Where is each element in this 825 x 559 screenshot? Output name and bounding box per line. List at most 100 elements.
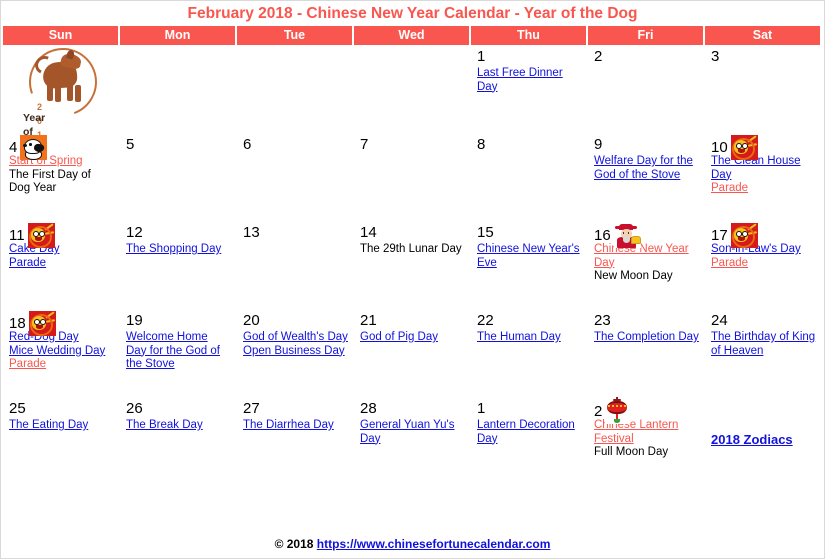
event-link[interactable]: Lantern Decoration Day	[477, 419, 582, 446]
day-header: 20	[243, 311, 348, 331]
week-row: 25 The Eating Day 26 The Break Day 27 The Dia…	[3, 397, 820, 485]
day-header: 5	[126, 135, 231, 155]
site-url-link[interactable]: https://www.chinesefortunecalendar.com	[317, 537, 551, 551]
lion-dance-icon	[27, 223, 55, 248]
event-link[interactable]: The Human Day	[477, 331, 582, 345]
event-link[interactable]: The Break Day	[126, 419, 231, 433]
weekday-header-fri: Fri	[588, 26, 703, 45]
day-header: 2	[594, 397, 699, 424]
event-note: Full Moon Day	[594, 446, 669, 458]
day-header: 12	[126, 223, 231, 243]
calendar-table: SunMonTueWedThuFriSat 2 0 1 8Year of Dog…	[1, 26, 822, 485]
day-header	[243, 47, 348, 67]
day-number: 22	[477, 312, 494, 330]
event-note: New Moon Day	[594, 270, 673, 282]
day-cell-5: 5	[120, 133, 235, 221]
day-number: 11	[9, 227, 25, 244]
day-header: 9	[594, 135, 699, 155]
day-header: 11	[9, 223, 114, 248]
dog-face-icon	[20, 135, 48, 160]
copyright-text: © 2018	[274, 537, 314, 551]
event-link[interactable]: Welcome Home Day for the God of the Stov…	[126, 331, 231, 372]
weekday-header-tue: Tue	[237, 26, 352, 45]
day-header: 23	[594, 311, 699, 331]
day-header: 7	[360, 135, 465, 155]
event-link[interactable]: Parade	[711, 257, 816, 271]
event-link[interactable]: Parade	[9, 358, 114, 372]
day-header: 13	[243, 223, 348, 243]
week-row: 18 Red-Dog Day Mice Wedding Day Parade 19 Wel…	[3, 309, 820, 397]
event-link[interactable]: Cake Day	[9, 243, 114, 257]
event-link[interactable]: The Clean House Day	[711, 155, 816, 182]
day-header: 25	[9, 399, 114, 419]
event-link[interactable]: Parade	[711, 182, 816, 196]
day-header: 26	[126, 399, 231, 419]
day-number: 14	[360, 224, 377, 242]
event-link[interactable]: Welfare Day for the God of the Stove	[594, 155, 699, 182]
day-cell-14: 14 The 29th Lunar Day	[354, 221, 469, 309]
calendar-page: February 2018 - Chinese New Year Calenda…	[0, 0, 825, 559]
day-number: 10	[711, 139, 728, 156]
event-link[interactable]: God of Wealth's Day	[243, 331, 348, 345]
event-link[interactable]: The Shopping Day	[126, 243, 231, 257]
lantern-icon	[605, 397, 630, 424]
day-cell-18: 18 Red-Dog Day Mice Wedding Day Parade	[3, 309, 118, 397]
event-link[interactable]: Red-Dog Day	[9, 331, 114, 345]
day-cell-16: 16 Chinese New Year Day New Moon Day	[588, 221, 703, 309]
day-number: 26	[126, 400, 143, 418]
day-cell-22: 22 The Human Day	[471, 309, 586, 397]
day-number: 5	[126, 136, 135, 154]
weekday-header-thu: Thu	[471, 26, 586, 45]
day-cell-empty: 2 0 1 8Year of Dog	[3, 36, 118, 154]
god-of-wealth-icon	[613, 223, 641, 248]
day-header: 1	[477, 399, 582, 419]
day-header	[711, 399, 816, 419]
day-header: 28	[360, 399, 465, 419]
event-link[interactable]: Son-in-Law's Day	[711, 243, 816, 257]
day-header: 17	[711, 223, 816, 248]
day-header: 6	[243, 135, 348, 155]
day-cell-15: 15 Chinese New Year's Eve	[471, 221, 586, 309]
day-number: 18	[9, 315, 26, 332]
day-header	[360, 47, 465, 67]
event-link[interactable]: The Eating Day	[9, 419, 114, 433]
day-cell-2: 2	[588, 45, 703, 133]
event-note: The 29th Lunar Day	[360, 243, 462, 255]
weekday-header-mon: Mon	[120, 26, 235, 45]
week-row: 11 Cake Day Parade 12 The Shopping Day 13 14 Th…	[3, 221, 820, 309]
event-link[interactable]: The Completion Day	[594, 331, 699, 345]
day-number: 24	[711, 312, 728, 330]
event-link[interactable]: The Birthday of King of Heaven	[711, 331, 816, 358]
lion-dance-icon	[730, 223, 758, 248]
day-number: 8	[477, 136, 486, 154]
day-cell-1: 1 Last Free Dinner Day	[471, 45, 586, 133]
event-link[interactable]: Chinese New Year's Eve	[477, 243, 582, 270]
day-number: 4	[9, 139, 18, 156]
event-link[interactable]: God of Pig Day	[360, 331, 465, 345]
event-note: The First Day of Dog Year	[9, 168, 91, 195]
event-link[interactable]: Mice Wedding Day	[9, 345, 114, 359]
day-header: 14	[360, 223, 465, 243]
day-number: 3	[711, 48, 720, 66]
day-cell-13: 13	[237, 221, 352, 309]
day-cell-10: 10 The Clean House Day Parade	[705, 133, 820, 221]
event-link[interactable]: Open Business Day	[243, 345, 348, 359]
day-number: 21	[360, 312, 377, 330]
day-number: 16	[594, 227, 611, 244]
day-cell-25: 25 The Eating Day	[3, 397, 118, 485]
day-cell-8: 8	[471, 133, 586, 221]
day-header: 16	[594, 223, 699, 248]
day-number: 25	[9, 400, 26, 418]
event-link[interactable]: The Diarrhea Day	[243, 419, 348, 433]
event-link[interactable]: Last Free Dinner Day	[477, 67, 582, 94]
day-number: 2	[594, 48, 603, 66]
day-cell-empty	[120, 45, 235, 133]
day-number: 17	[711, 227, 728, 244]
day-number: 7	[360, 136, 369, 154]
event-link[interactable]: Chinese New Year Day	[594, 243, 699, 270]
day-header: 27	[243, 399, 348, 419]
event-link[interactable]: General Yuan Yu's Day	[360, 419, 465, 446]
zodiacs-link[interactable]: 2018 Zodiacs	[711, 433, 793, 447]
event-link[interactable]: Parade	[9, 257, 114, 271]
day-number: 12	[126, 224, 143, 242]
